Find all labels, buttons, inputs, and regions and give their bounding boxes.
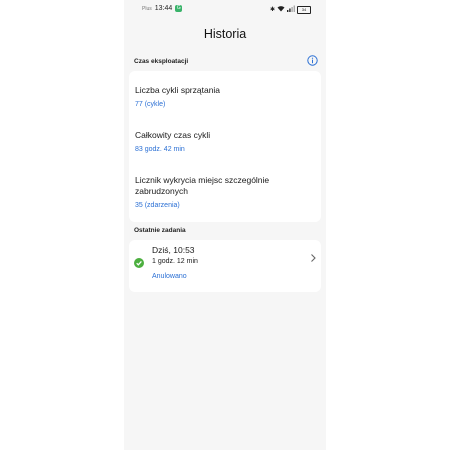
task-duration: 1 godz. 12 min [152, 258, 198, 265]
bluetooth-icon: ✱ [269, 6, 275, 13]
chevron-right-icon[interactable] [309, 253, 317, 263]
notification-badge: G [175, 5, 183, 12]
stat-row-cleaning-cycles: Liczba cykli sprzątania 77 (cykle) [135, 85, 315, 108]
stat-row-total-time: Całkowity czas cykli 83 godz. 42 min [135, 130, 315, 153]
stat-label: Licznik wykrycia miejsc szczególnie zabr… [135, 175, 270, 196]
task-status: Anulowano [152, 273, 187, 280]
clock: 13:44 [154, 5, 173, 12]
carrier-label: Plus [142, 5, 152, 12]
info-icon[interactable] [307, 55, 318, 66]
page-title: Historia [203, 27, 247, 41]
wifi-icon [277, 5, 285, 15]
section-title-usage: Czas eksploatacji [134, 58, 189, 65]
section-title-recent: Ostatnie zadania [134, 227, 186, 234]
usage-card: Liczba cykli sprzątania 77 (cykle) Całko… [129, 71, 321, 222]
check-circle-icon [134, 258, 144, 268]
status-bar: Plus 13:44 G ✱ 34 [124, 0, 326, 18]
app-screen: Plus 13:44 G ✱ 34 Historia Czas eksploat… [124, 0, 326, 450]
stat-value: 35 (zdarzenia) [135, 202, 180, 209]
signal-icon [287, 5, 295, 15]
stat-row-dirty-spots: Licznik wykrycia miejsc szczególnie zabr… [135, 175, 315, 209]
stat-label: Całkowity czas cykli [135, 130, 211, 140]
battery-icon: 34 [297, 6, 311, 14]
stat-value: 77 (cykle) [135, 101, 166, 108]
stat-value: 83 godz. 42 min [135, 146, 185, 153]
task-time: Dziś, 10:53 [152, 245, 195, 255]
task-item[interactable]: Dziś, 10:53 1 godz. 12 min Anulowano [129, 240, 321, 292]
stat-label: Liczba cykli sprzątania [135, 85, 221, 95]
